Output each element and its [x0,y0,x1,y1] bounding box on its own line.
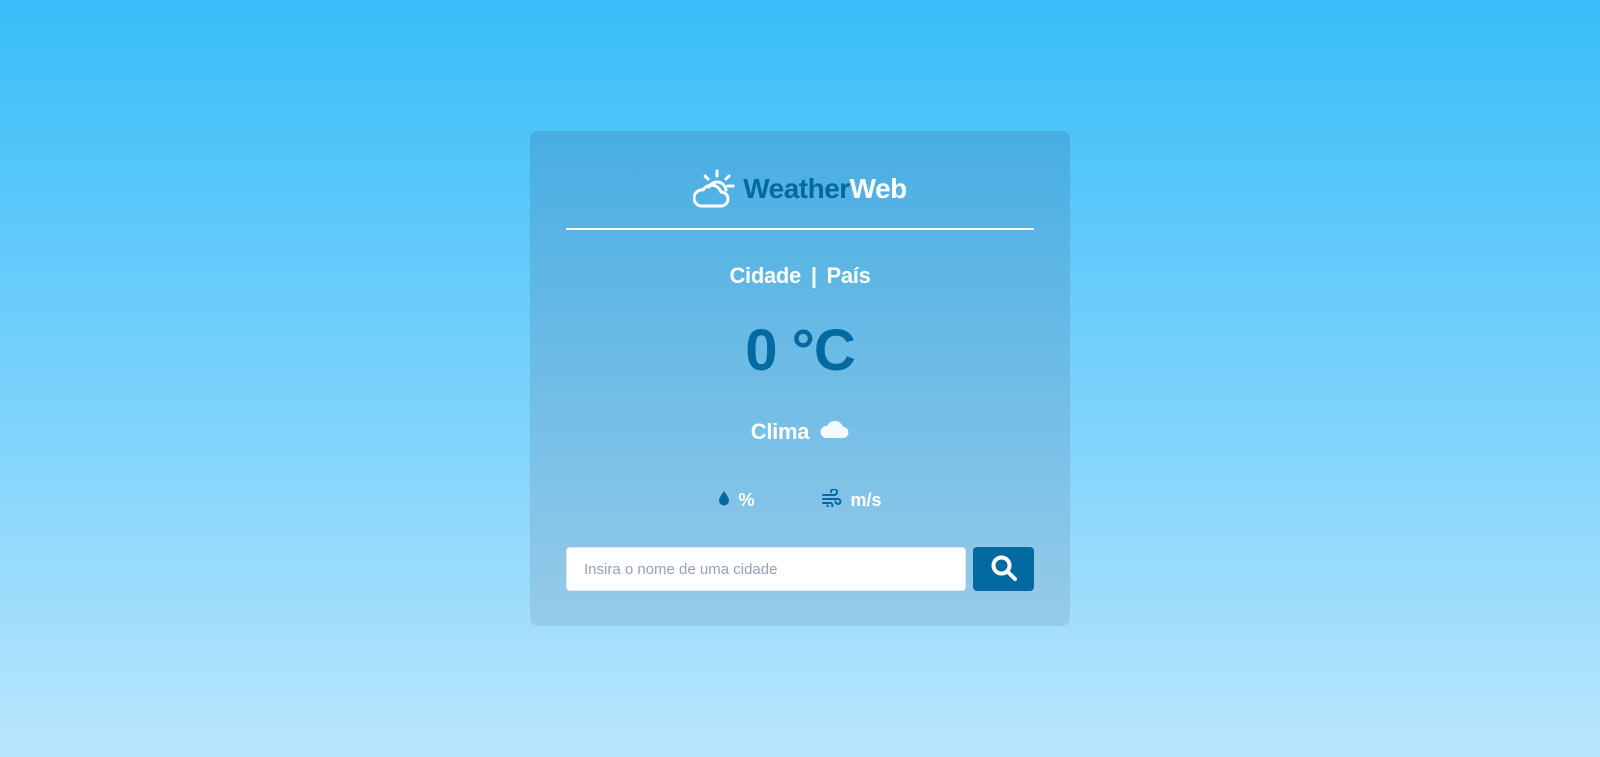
temperature-value: 0 °C [745,318,855,383]
sun-behind-cloud-icon [693,169,735,209]
wind-icon [822,488,842,512]
magnifying-glass-icon [990,554,1018,585]
country-name: País [826,263,871,288]
header-divider [566,228,1034,230]
humidity-value: % [738,490,755,510]
city-search-input[interactable] [566,547,966,591]
condition-label: Clima [750,419,810,444]
weather-details: % m/s [530,488,1070,512]
search-button[interactable] [973,547,1034,591]
app-title: WeatherWeb [743,173,907,205]
location-separator: | [810,263,817,288]
search-bar [566,547,1034,591]
weather-card: WeatherWeb Cidade | País 0 °C Clima % m/… [530,131,1070,626]
app-title-part-2: Web [849,173,908,204]
cloud-icon [819,419,849,445]
app-title-part-1: Weather [743,173,850,204]
location-heading: Cidade | País [530,263,1070,289]
wind-value: m/s [850,490,882,510]
wind-info: m/s [822,488,882,512]
weather-condition: Clima [530,419,1070,445]
humidity-info: % [718,489,754,512]
app-logo: WeatherWeb [530,169,1070,209]
droplet-icon [718,490,730,511]
city-name: Cidade [729,263,801,288]
